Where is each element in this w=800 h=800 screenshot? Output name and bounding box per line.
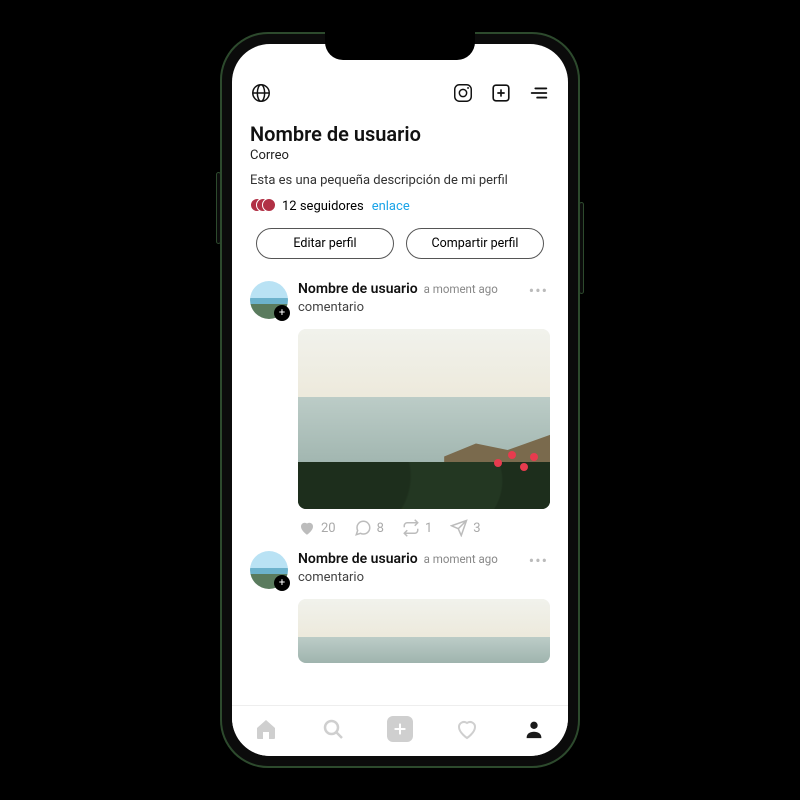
edit-profile-button[interactable]: Editar perfil: [256, 228, 394, 259]
profile-bio: Esta es una pequeña descripción de mi pe…: [250, 173, 550, 188]
post-more-icon[interactable]: •••: [527, 281, 550, 300]
repost-icon: [402, 519, 420, 537]
reply-icon: [354, 519, 372, 537]
nav-activity[interactable]: [454, 716, 480, 742]
home-icon: [254, 717, 278, 741]
repost-count: 1: [425, 521, 432, 536]
send-icon: [450, 519, 468, 537]
person-icon: [523, 718, 545, 740]
send-count: 3: [473, 521, 480, 536]
create-icon: [387, 716, 413, 742]
post-image[interactable]: [298, 329, 550, 509]
nav-create[interactable]: [387, 716, 413, 742]
add-post-icon[interactable]: [490, 82, 512, 104]
device-notch: [325, 32, 475, 60]
content-area: Nombre de usuario Correo Esta es una peq…: [232, 112, 568, 705]
post-author[interactable]: Nombre de usuario: [298, 551, 418, 567]
repost-button[interactable]: 1: [402, 519, 432, 537]
post-timestamp: a moment ago: [424, 282, 498, 296]
profile-username: Nombre de usuario: [250, 122, 550, 146]
nav-profile[interactable]: [521, 716, 547, 742]
post-author[interactable]: Nombre de usuario: [298, 281, 418, 297]
engagement-row: 20 8 1: [298, 519, 550, 537]
post: + Nombre de usuario a moment ago comenta…: [250, 281, 550, 537]
like-count: 20: [321, 521, 336, 536]
nav-home[interactable]: [253, 716, 279, 742]
globe-icon[interactable]: [250, 82, 272, 104]
share-profile-button[interactable]: Compartir perfil: [406, 228, 544, 259]
post-more-icon[interactable]: •••: [527, 551, 550, 570]
post-caption: comentario: [298, 570, 517, 585]
bottom-nav: [232, 705, 568, 756]
profile-action-row: Editar perfil Compartir perfil: [250, 228, 550, 259]
heart-icon: [298, 519, 316, 537]
like-button[interactable]: 20: [298, 519, 336, 537]
followers-avatars-icon: [250, 198, 274, 214]
post-avatar[interactable]: +: [250, 551, 288, 589]
menu-icon[interactable]: [528, 82, 550, 104]
post-timestamp: a moment ago: [424, 552, 498, 566]
post-avatar[interactable]: +: [250, 281, 288, 319]
reply-button[interactable]: 8: [354, 519, 384, 537]
search-icon: [321, 717, 345, 741]
post: + Nombre de usuario a moment ago comenta…: [250, 551, 550, 663]
instagram-icon[interactable]: [452, 82, 474, 104]
feed: + Nombre de usuario a moment ago comenta…: [250, 281, 550, 663]
post-header: + Nombre de usuario a moment ago comenta…: [250, 551, 550, 589]
nav-search[interactable]: [320, 716, 346, 742]
follow-badge-icon[interactable]: +: [274, 575, 290, 591]
followers-row: 12 seguidores enlace: [250, 198, 550, 214]
followers-count[interactable]: 12 seguidores: [282, 199, 364, 214]
top-bar: [232, 66, 568, 112]
post-image[interactable]: [298, 599, 550, 663]
profile-link[interactable]: enlace: [372, 199, 410, 214]
send-button[interactable]: 3: [450, 519, 480, 537]
profile-email: Correo: [250, 148, 550, 163]
heart-outline-icon: [455, 717, 479, 741]
screen: Nombre de usuario Correo Esta es una peq…: [232, 44, 568, 756]
follow-badge-icon[interactable]: +: [274, 305, 290, 321]
post-caption: comentario: [298, 300, 517, 315]
post-header: + Nombre de usuario a moment ago comenta…: [250, 281, 550, 319]
reply-count: 8: [377, 521, 384, 536]
phone-frame: Nombre de usuario Correo Esta es una peq…: [220, 32, 580, 768]
